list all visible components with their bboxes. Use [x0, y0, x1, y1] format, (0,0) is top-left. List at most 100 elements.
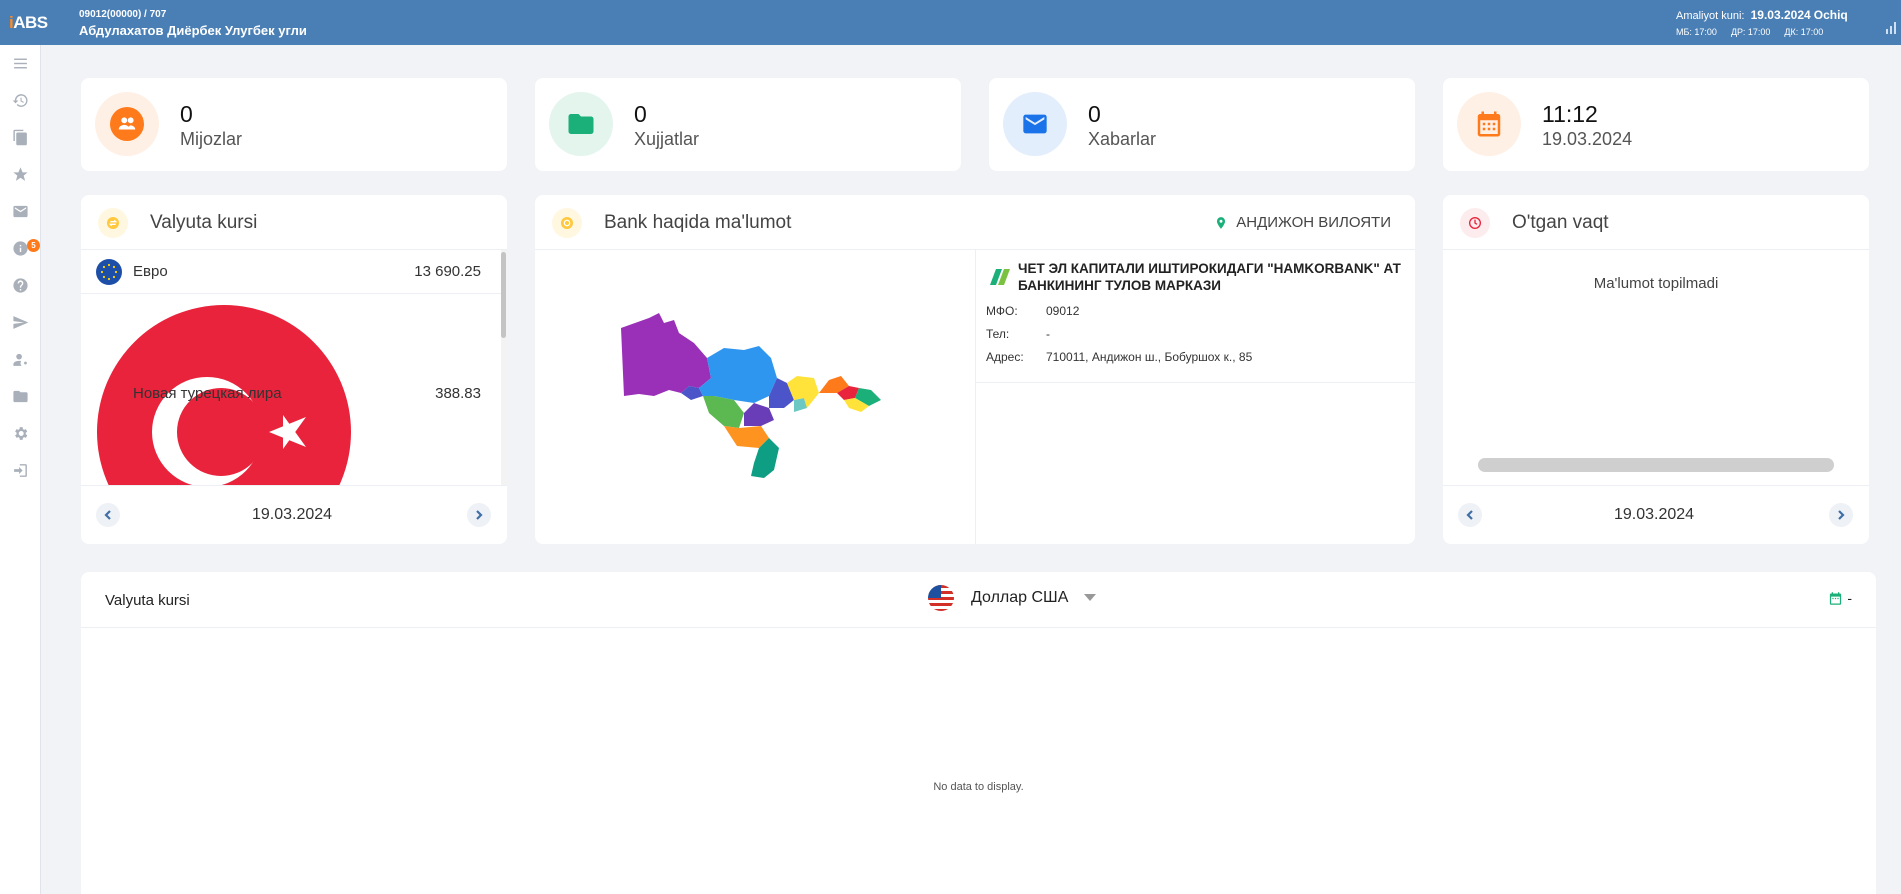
map-region-karakalpakstan[interactable] [621, 313, 711, 396]
folder-icon[interactable] [11, 387, 30, 406]
currency-value: 13 690.25 [414, 263, 481, 280]
user-settings-icon[interactable] [11, 350, 30, 369]
signal-icon [1886, 22, 1896, 34]
time-dk: ДК: 17:00 [1784, 27, 1824, 37]
card-title: Valyuta kursi [150, 212, 258, 233]
user-code: 09012(00000) / 707 [79, 9, 167, 20]
address-label: Адрес: [986, 350, 1024, 364]
map-region-navoi[interactable] [699, 346, 777, 403]
documents-icon[interactable] [11, 128, 30, 147]
currency-name: Евро [133, 263, 168, 280]
logout-icon[interactable] [11, 461, 30, 480]
info-icon[interactable] [11, 239, 30, 258]
usa-flag-icon [928, 585, 954, 611]
chevron-down-icon [1084, 594, 1097, 601]
calendar-icon [1477, 111, 1501, 137]
opday-status: Ochiq [1813, 8, 1848, 22]
uzbekistan-map[interactable] [619, 308, 889, 488]
card-footer: 19.03.2024 [81, 485, 507, 544]
current-time: 11:12 [1542, 101, 1598, 127]
history-icon[interactable] [11, 91, 30, 110]
time-mb: МБ: 17:00 [1676, 27, 1717, 37]
stat-icon-bg [95, 92, 159, 156]
hamkorbank-logo [990, 269, 1010, 285]
settings-icon[interactable] [11, 424, 30, 443]
region-name: АНДИЖОН ВИЛОЯТИ [1236, 214, 1391, 231]
card-header: O'tgan vaqt [1443, 195, 1869, 250]
sidebar: 5 [0, 45, 41, 894]
phone-label: Тел: [986, 327, 1010, 341]
folder-icon [568, 114, 594, 134]
user-info: 09012(00000) / 707 Абдулахатов Диёрбек У… [79, 8, 307, 38]
exchange-icon [98, 208, 128, 238]
stat-card-clients[interactable]: 0 Mijozlar [81, 78, 507, 171]
phone-value: - [1046, 327, 1050, 341]
map-region-bukhara[interactable] [703, 396, 744, 428]
date-picker[interactable]: - [1828, 590, 1852, 606]
currency-row-euro[interactable]: Евро 13 690.25 [81, 250, 501, 294]
bank-name: ЧЕТ ЭЛ КАПИТАЛИ ИШТИРОКИДАГИ "HAMKORBANK… [1018, 261, 1401, 293]
empty-message: Ma'lumot topilmadi [1593, 275, 1719, 292]
no-data-message: No data to display. [933, 781, 1024, 793]
bank-details: ЧЕТ ЭЛ КАПИТАЛИ ИШТИРОКИДАГИ "HAMKORBANK… [975, 250, 1415, 383]
elapsed-date: 19.03.2024 [1614, 506, 1695, 523]
stat-value: 0 [634, 101, 647, 127]
currency-date: 19.03.2024 [252, 506, 333, 523]
location-pin-icon [1217, 216, 1226, 229]
menu-icon[interactable] [11, 54, 30, 73]
next-date-button[interactable] [467, 503, 491, 527]
opday-label: Amaliyot kuni: [1676, 10, 1745, 22]
stat-card-datetime: 11:12 19.03.2024 [1443, 78, 1869, 171]
map-region-kashkadarya[interactable] [724, 426, 769, 448]
currency-chart-card: Valyuta kursi Доллар США - No data to di… [81, 572, 1876, 894]
address-value: 710011, Андижон ш., Бобуршох к., 85 [1046, 350, 1253, 364]
card-title: Valyuta kursi [105, 592, 190, 609]
stat-icon-bg [549, 92, 613, 156]
top-bar: iABS 09012(00000) / 707 Абдулахатов Диёр… [0, 0, 1901, 45]
help-icon[interactable] [11, 276, 30, 295]
currency-value: 388.83 [435, 385, 481, 402]
stat-label: Mijozlar [180, 129, 243, 149]
envelope-icon [1023, 114, 1047, 134]
region-label[interactable]: АНДИЖОН ВИЛОЯТИ [1214, 214, 1391, 231]
mfo-value: 09012 [1046, 304, 1080, 318]
date-value: - [1847, 590, 1852, 606]
time-dr: ДР: 17:00 [1730, 27, 1771, 37]
next-date-button[interactable] [1829, 503, 1853, 527]
stat-value: 0 [1088, 101, 1101, 127]
eu-flag-icon [96, 258, 122, 285]
prev-date-button[interactable] [1458, 503, 1482, 527]
app-logo[interactable]: iABS [9, 13, 48, 33]
stat-value: 0 [180, 101, 193, 127]
currency-select[interactable]: Доллар США [927, 584, 1097, 612]
mfo-label: МФО: [986, 304, 1018, 318]
scrollbar-track[interactable] [501, 250, 507, 488]
mail-icon[interactable] [11, 202, 30, 221]
stat-icon-bg [1457, 92, 1521, 156]
send-icon[interactable] [11, 313, 30, 332]
clock-icon [1460, 208, 1490, 238]
selected-currency: Доллар США [971, 589, 1069, 606]
card-footer: 19.03.2024 [1443, 485, 1869, 544]
card-header: Valyuta kursi [81, 195, 507, 250]
horizontal-scrollbar[interactable] [1478, 458, 1834, 472]
stat-label: Xabarlar [1088, 129, 1157, 149]
stat-card-documents[interactable]: 0 Xujjatlar [535, 78, 961, 171]
star-icon[interactable] [11, 165, 30, 184]
user-name: Абдулахатов Диёрбек Улугбек угли [79, 23, 307, 38]
stat-card-messages[interactable]: 0 Xabarlar [989, 78, 1415, 171]
stat-label: Xujjatlar [634, 129, 700, 149]
currency-row-try[interactable]: Новая турецкая лира 388.83 [81, 295, 501, 485]
currency-name: Новая турецкая лира [133, 385, 282, 402]
card-title: O'tgan vaqt [1512, 212, 1609, 233]
opday-date: 19.03.2024 [1750, 8, 1811, 22]
card-header: Valyuta kursi Доллар США - [81, 572, 1876, 628]
prev-date-button[interactable] [96, 503, 120, 527]
users-icon [110, 107, 144, 141]
bank-details-lower [975, 383, 1415, 544]
scrollbar-thumb[interactable] [501, 252, 506, 338]
operation-day: Amaliyot kuni: 19.03.2024 Ochiq МБ: 17:0… [1676, 8, 1848, 39]
bank-info-card: Bank haqida ma'lumot АНДИЖОН ВИЛОЯТИ ЧЕТ… [535, 195, 1415, 544]
currency-card: Valyuta kursi Евро 13 690.25 Новая турец… [81, 195, 507, 544]
calendar-icon [1830, 591, 1842, 605]
